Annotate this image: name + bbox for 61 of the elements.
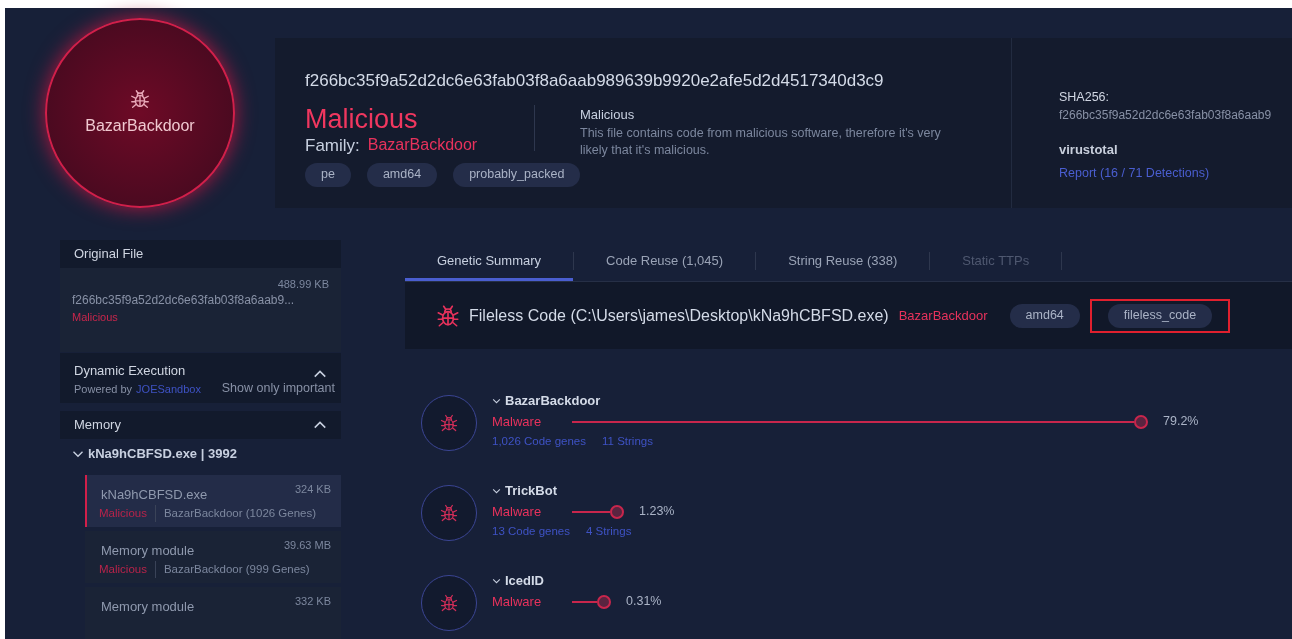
similarity-value: 1.23% [639,503,675,521]
similarity-bar [572,504,624,519]
verdict-description: This file contains code from malicious software, therefore it's very likely that it's malicious. [580,124,942,159]
similarity-value: 79.2% [1163,413,1199,431]
family-type: Malware [492,412,543,431]
file-verdict: Malicious [72,309,119,325]
section-title: Original File [74,245,144,264]
report-link[interactable]: Report (16 / 71 Detections) [1059,165,1210,180]
expand-icon[interactable] [492,397,501,404]
item-size: 39.63 MB [283,538,331,553]
process-name[interactable]: kNa9hCBFSD.exe | 3992 [88,444,237,464]
item-name: Memory module [101,542,195,560]
collapse-icon[interactable] [313,369,327,379]
section-title: Dynamic Execution [74,362,187,380]
family-type: Malware [492,592,543,611]
similarity-bar [572,594,611,609]
family-label: Family: [305,135,360,158]
similarity-value: 0.31% [626,593,662,611]
file-hash: f266bc35f9a52d2dc6e63fab03f8a6aab989639b9920e2afe5d2d4517340d3c9 [305,69,885,92]
item-verdict: Malicious [99,560,156,578]
memory-item[interactable]: kNa9hCBFSD.exe 324 KB Malicious BazarBackdoor (1026 Genes) [85,475,341,527]
bug-icon [439,502,459,524]
item-name: Memory module [101,598,195,616]
tag: pe [305,162,351,187]
expand-icon[interactable] [72,450,84,458]
tab[interactable]: String Reuse (338) [756,240,930,281]
expand-icon[interactable] [492,487,501,494]
file-size: 488.99 KB [276,277,329,292]
tag: fileless_code [1107,303,1213,328]
sha-label: SHA256: [1059,88,1111,106]
file-name: f266bc35f9a52d2dc6e63fab03f8a6aab9... [72,291,296,309]
item-size: 332 KB [294,594,331,609]
powered-by-label: Powered by [74,381,133,397]
item-size: 324 KB [294,482,331,497]
family-type: Malware [492,502,543,521]
bug-icon [439,412,459,434]
tag: amd64 [1009,303,1080,328]
virustotal-logo: virustotal [1059,141,1119,160]
collapse-icon[interactable] [313,420,327,430]
item-family: BazarBackdoor (1026 Genes) [162,505,317,521]
module-title: Fileless Code (C:\Users\james\Desktop\kNa9hCBFSD.exe) [469,305,889,326]
sha-value: f266bc35f9a52d2dc6e63fab03f8a6aab9 [1059,107,1273,125]
tag: amd64 [366,162,438,187]
family-title[interactable]: TrickBot [505,481,557,501]
family-title[interactable]: IcedID [505,571,544,591]
module-family: BazarBackdoor [898,306,988,325]
family-title[interactable]: BazarBackdoor [505,391,601,411]
expand-icon[interactable] [492,577,501,584]
verdict-heading: Malicious [580,106,636,125]
item-family: BazarBackdoor (999 Genes) [162,561,310,577]
family-name: BazarBackdoor [85,115,195,136]
item-name: kNa9hCBFSD.exe [101,486,208,504]
family-value: BazarBackdoor [367,135,478,156]
tag: probably_packed [453,162,581,187]
bug-icon [439,592,459,614]
filter-toggle[interactable]: Show only important [221,379,335,398]
item-verdict: Malicious [99,504,156,522]
bug-icon [129,87,151,110]
section-title: Memory [74,416,121,435]
verdict-title: Malicious [305,105,419,134]
tab[interactable]: Code Reuse (1,045) [574,240,756,281]
